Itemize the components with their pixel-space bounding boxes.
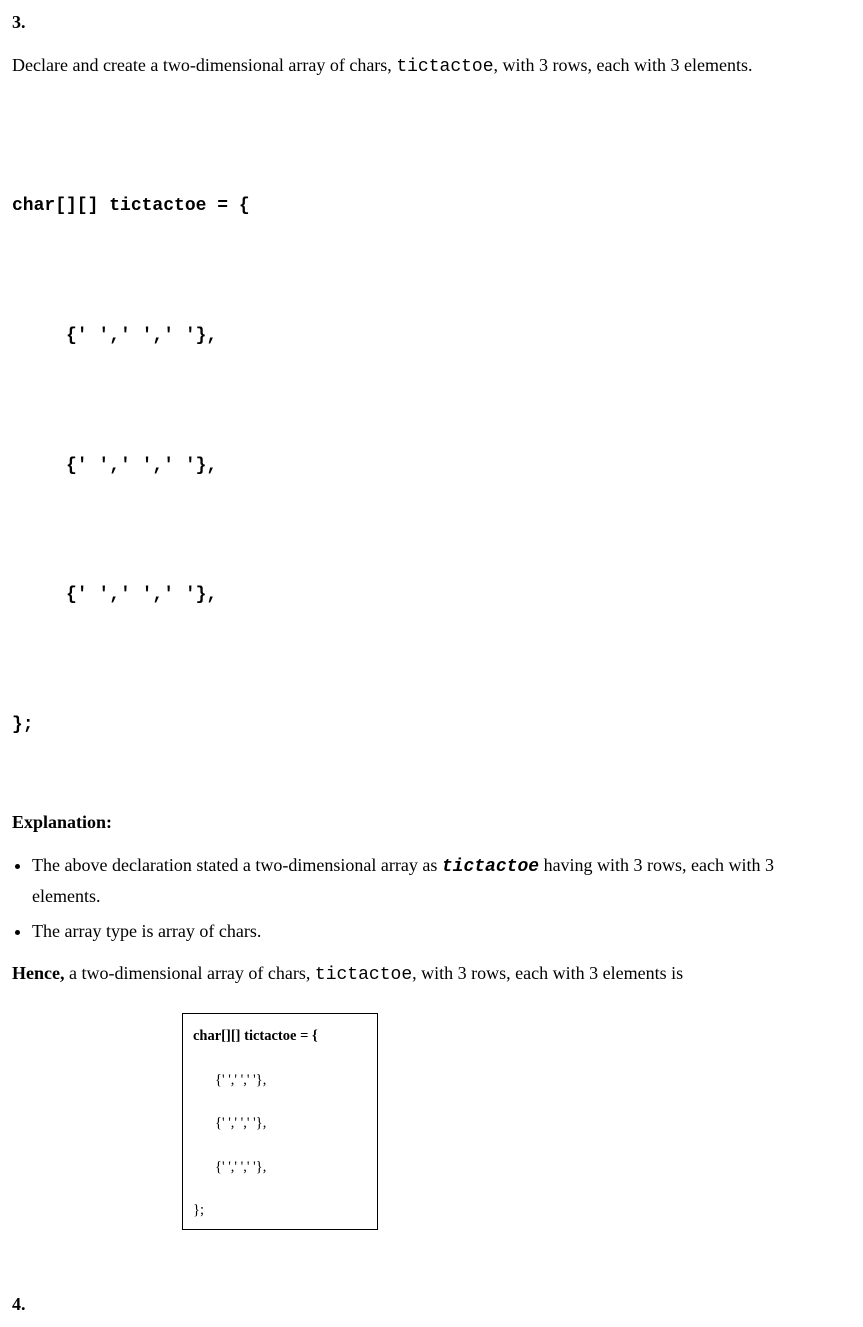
box-line-1: char[][] tictactoe = { [193, 1028, 369, 1045]
hence-bold: Hence, [12, 963, 64, 983]
code-line-2: {' ',' ',' '}, [12, 315, 827, 358]
explanation-item-2: The array type is array of chars. [32, 917, 827, 946]
hence-code: tictactoe [315, 965, 412, 985]
question-number-4: 4. [12, 1294, 827, 1315]
code-line-4: {' ',' ',' '}, [12, 574, 827, 617]
prompt-pre: Declare and create a two-dimensional arr… [12, 55, 396, 75]
code-line-5: }; [12, 704, 827, 747]
explanation-b1-pre: The above declaration stated a two-dimen… [32, 855, 442, 875]
explanation-b1-code: tictactoe [442, 857, 539, 877]
prompt-post: , with 3 rows, each with 3 elements. [494, 55, 753, 75]
hence-post: , with 3 rows, each with 3 elements is [412, 963, 683, 983]
code-line-3: {' ',' ',' '}, [12, 445, 827, 488]
question-number-3: 3. [12, 12, 827, 33]
explanation-list: The above declaration stated a two-dimen… [12, 851, 827, 945]
hence-pre: a two-dimensional array of chars, [64, 963, 314, 983]
box-line-2: {' ',' ',' '}, [193, 1072, 369, 1089]
box-line-1-text: char[][] tictactoe = { [193, 1028, 318, 1044]
code-line-1: char[][] tictactoe = { [12, 185, 827, 228]
summary-code-box: char[][] tictactoe = { {' ',' ',' '}, {'… [182, 1013, 378, 1230]
box-line-3: {' ',' ',' '}, [193, 1115, 369, 1132]
hence-summary: Hence, a two-dimensional array of chars,… [12, 963, 827, 985]
box-line-5: }; [193, 1202, 369, 1219]
prompt-code-tictactoe: tictactoe [396, 57, 493, 77]
explanation-heading: Explanation: [12, 812, 827, 833]
box-line-4: {' ',' ',' '}, [193, 1159, 369, 1176]
code-block: char[][] tictactoe = { {' ',' ',' '}, {'… [12, 99, 827, 790]
explanation-item-1: The above declaration stated a two-dimen… [32, 851, 827, 911]
question-prompt: Declare and create a two-dimensional arr… [12, 55, 827, 77]
